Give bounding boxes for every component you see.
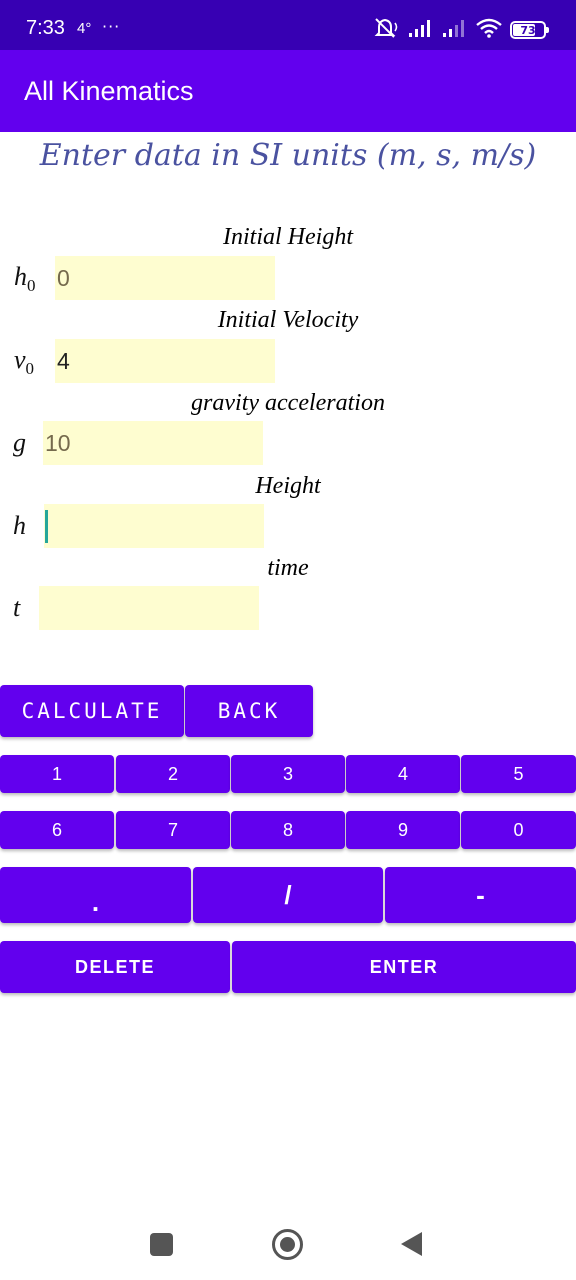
key-decimal-point[interactable]: . (0, 867, 191, 923)
home-icon[interactable] (272, 1229, 303, 1260)
height-symbol: h (13, 511, 26, 540)
time-symbol: t (13, 593, 21, 622)
app-title: All Kinematics (24, 76, 194, 106)
initial-height-input[interactable]: 0 (55, 256, 275, 300)
key-9[interactable]: 9 (346, 811, 460, 849)
battery-icon: 73 (510, 21, 549, 39)
key-1[interactable]: 1 (0, 755, 114, 793)
gravity-acceleration-input[interactable]: 10 (43, 421, 263, 465)
status-temperature: 4° (77, 20, 92, 37)
key-3[interactable]: 3 (231, 755, 345, 793)
delete-button[interactable]: DELETE (0, 941, 230, 993)
key-0[interactable]: 0 (461, 811, 576, 849)
key-7[interactable]: 7 (116, 811, 230, 849)
status-bar: 7:33 4° ··· 73 (0, 0, 576, 50)
signal-icon (442, 18, 468, 42)
back-button[interactable]: BACK (185, 685, 313, 737)
enter-button[interactable]: ENTER (232, 941, 576, 993)
gravity-symbol: g (13, 428, 26, 457)
mute-icon (374, 17, 400, 43)
key-minus[interactable]: - (385, 867, 576, 923)
key-4[interactable]: 4 (346, 755, 460, 793)
navigation-bar (0, 1210, 576, 1280)
app-bar: All Kinematics (0, 50, 576, 132)
recent-apps-icon[interactable] (150, 1233, 173, 1256)
gravity-acceleration-label: gravity acceleration (191, 390, 385, 416)
initial-height-symbol: h0 (14, 262, 36, 295)
key-5[interactable]: 5 (461, 755, 576, 793)
height-label: Height (255, 473, 321, 499)
key-6[interactable]: 6 (0, 811, 114, 849)
height-input[interactable] (44, 504, 264, 548)
battery-level: 73 (520, 23, 536, 37)
wifi-icon (476, 18, 502, 42)
text-cursor (45, 510, 48, 543)
instruction-text: Enter data in SI units (m, s, m/s) (39, 138, 537, 173)
calculate-button[interactable]: CALCULATE (0, 685, 184, 737)
time-input[interactable] (39, 586, 259, 630)
back-icon[interactable] (401, 1232, 422, 1256)
initial-velocity-symbol: v0 (14, 345, 35, 378)
key-slash[interactable]: / (193, 867, 383, 923)
initial-height-label: Initial Height (223, 224, 353, 250)
status-icons: 73 (374, 17, 549, 43)
initial-velocity-input[interactable]: 4 (55, 339, 275, 383)
status-more-indicator: ··· (102, 17, 121, 36)
signal-icon (408, 18, 434, 42)
time-label: time (267, 555, 309, 581)
status-time: 7:33 (26, 17, 65, 39)
key-2[interactable]: 2 (116, 755, 230, 793)
key-8[interactable]: 8 (231, 811, 345, 849)
initial-velocity-label: Initial Velocity (217, 307, 359, 333)
